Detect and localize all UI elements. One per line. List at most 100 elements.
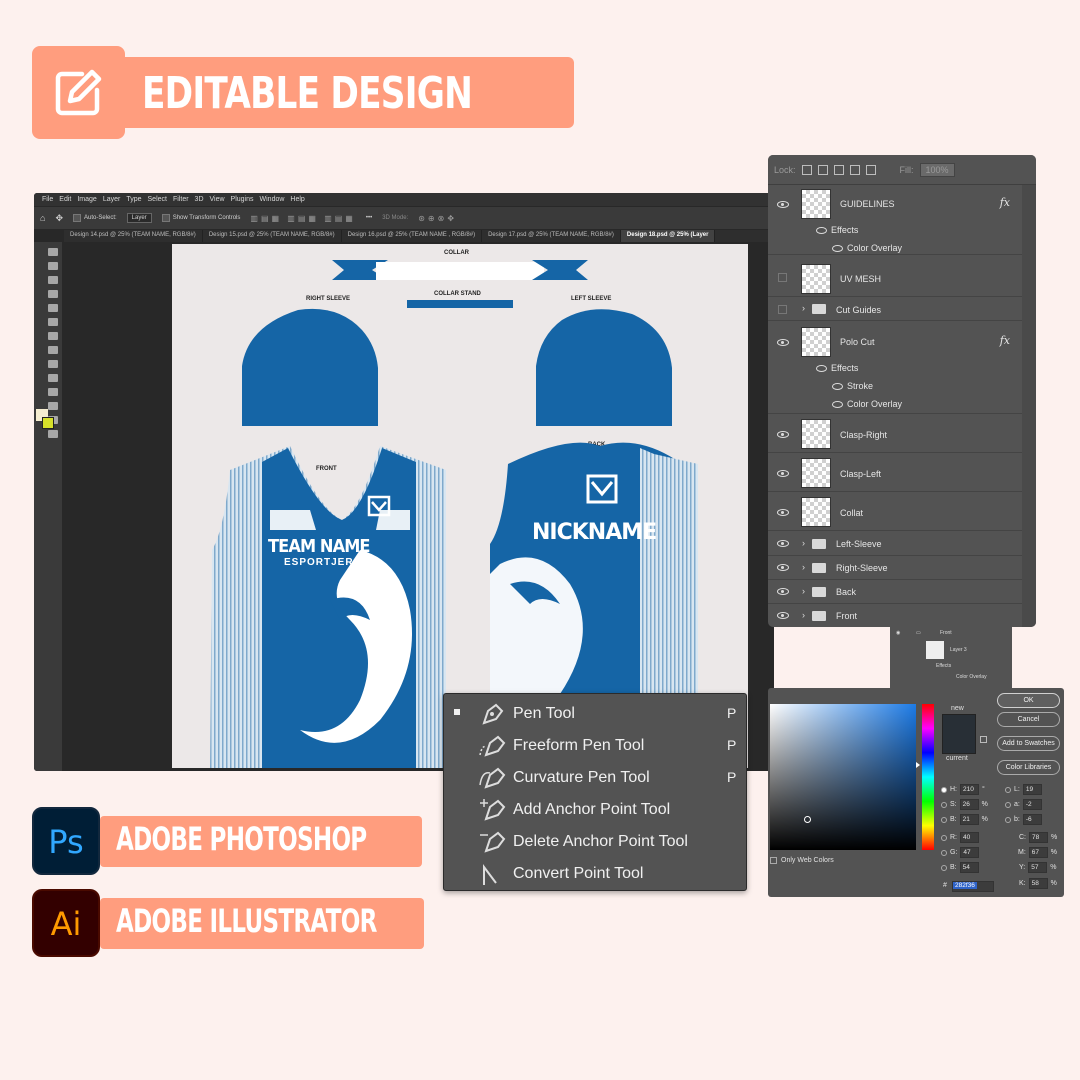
menu-help[interactable]: Help (290, 196, 304, 203)
h-field[interactable]: H: 210 ° (941, 784, 985, 795)
effects-row[interactable]: Effects (816, 225, 858, 235)
cancel-button[interactable]: Cancel (997, 712, 1060, 727)
nickname-text[interactable]: NICKNAME (532, 520, 657, 545)
menu-item-add-anchor-point-tool[interactable]: Add Anchor Point Tool (444, 793, 748, 825)
layer-guidelines[interactable]: GUIDELINES fx Effects Color Overlay (768, 185, 1022, 255)
layer-collat[interactable]: Collat (768, 493, 1022, 531)
document-canvas[interactable]: COLLAR COLLAR STAND RIGHT SLEEVE LEFT SL… (172, 244, 748, 768)
visibility-eye-icon[interactable] (777, 564, 789, 571)
chevron-right-icon[interactable]: › (802, 586, 805, 596)
select-tool-icon[interactable] (48, 402, 58, 410)
menu-view[interactable]: View (210, 196, 225, 203)
menu-filter[interactable]: Filter (173, 196, 189, 203)
eye-icon[interactable] (816, 365, 827, 372)
chevron-right-icon[interactable]: › (802, 562, 805, 572)
menu-item-curvature-pen-tool[interactable]: Curvature Pen Tool P (444, 761, 748, 793)
visibility-eye-icon[interactable] (777, 339, 789, 346)
lab-b-field[interactable]: b: -6 (1005, 814, 1042, 825)
menu-edit[interactable]: Edit (59, 196, 71, 203)
menu-layer[interactable]: Layer (103, 196, 121, 203)
eye-icon[interactable] (816, 227, 827, 234)
only-web-colors-row[interactable]: Only Web Colors (770, 857, 834, 864)
s-field[interactable]: S: 26% (941, 799, 988, 810)
tab-design-14[interactable]: Design 14.psd @ 25% (TEAM NAME, RGB/8#) (64, 230, 203, 242)
eye-icon[interactable] (832, 383, 843, 390)
a-field[interactable]: a: -2 (1005, 799, 1042, 810)
align-icons[interactable]: ▥▤▦ ▥▤▦ ▥▤▦ (250, 214, 355, 223)
color-libraries-button[interactable]: Color Libraries (997, 760, 1060, 775)
visibility-eye-icon[interactable] (777, 612, 789, 619)
hidden-visibility-icon[interactable] (778, 305, 787, 314)
chevron-right-icon[interactable]: › (802, 610, 805, 620)
g-field[interactable]: G: 47 (941, 847, 980, 858)
layer-polo-cut[interactable]: Polo Cut fx Effects Stroke Color Overlay (768, 322, 1022, 414)
chevron-right-icon[interactable]: › (802, 538, 805, 548)
team-name-text[interactable]: TEAM NAME (268, 536, 371, 557)
3d-icons[interactable]: ⊛⊕⊗✥ (418, 214, 457, 223)
b-field[interactable]: B: 21% (941, 814, 988, 825)
marquee-tool-icon[interactable] (48, 248, 58, 256)
visibility-eye-icon[interactable] (777, 540, 789, 547)
menu-file[interactable]: File (42, 196, 53, 203)
visibility-eye-icon[interactable] (777, 431, 789, 438)
color-field[interactable] (770, 704, 916, 850)
menu-3d[interactable]: 3D (195, 196, 204, 203)
gradient-tool-icon[interactable] (48, 360, 58, 368)
show-transform-checkbox[interactable] (161, 214, 170, 222)
menu-plugins[interactable]: Plugins (231, 196, 254, 203)
y-field[interactable]: Y: 57% (1019, 862, 1056, 873)
layers-scrollbar[interactable] (1022, 185, 1036, 627)
tab-design-18[interactable]: Design 18.psd @ 25% (Layer (620, 230, 716, 242)
crop-tool-icon[interactable] (48, 276, 58, 284)
stamp-tool-icon[interactable] (48, 332, 58, 340)
tab-design-17[interactable]: Design 17.psd @ 25% (TEAM NAME, RGB/8#) (482, 230, 621, 242)
lock-image-icon[interactable] (817, 164, 828, 175)
c-field[interactable]: C: 78% (1019, 832, 1057, 843)
add-to-swatches-button[interactable]: Add to Swatches (997, 736, 1060, 751)
healing-tool-icon[interactable] (48, 304, 58, 312)
eraser-tool-icon[interactable] (48, 346, 58, 354)
menu-item-freeform-pen-tool[interactable]: Freeform Pen Tool P (444, 729, 748, 761)
fx-icon[interactable]: fx (1000, 334, 1010, 347)
more-icon[interactable]: ••• (366, 215, 372, 221)
layer-cut-guides[interactable]: › Cut Guides (768, 297, 1022, 321)
esport-subtitle-text[interactable]: ESPORTJERSEY (284, 557, 377, 568)
hue-slider[interactable] (922, 704, 934, 850)
color-field-cursor[interactable] (804, 816, 811, 823)
eye-icon[interactable] (832, 245, 843, 252)
tab-design-15[interactable]: Design 15.psd @ 25% (TEAM NAME, RGB/8#) (203, 230, 342, 242)
hex-input[interactable]: 282f36 (952, 881, 994, 892)
m-field[interactable]: M: 67% (1018, 847, 1057, 858)
layer-front[interactable]: › Front (768, 604, 1022, 627)
visibility-eye-icon[interactable] (777, 201, 789, 208)
layer-clasp-left[interactable]: Clasp-Left (768, 454, 1022, 492)
eye-icon[interactable]: ◉ (896, 630, 900, 636)
layer-back[interactable]: › Back (768, 580, 1022, 604)
k-field[interactable]: K: 58% (1019, 878, 1057, 889)
stroke-row[interactable]: Stroke (832, 381, 873, 391)
type-tool-icon[interactable] (48, 388, 58, 396)
menu-type[interactable]: Type (126, 196, 141, 203)
layer-right-sleeve[interactable]: › Right-Sleeve (768, 556, 1022, 580)
menu-image[interactable]: Image (77, 196, 96, 203)
visibility-eye-icon[interactable] (777, 588, 789, 595)
layer-uv-mesh[interactable]: UV MESH (768, 261, 1022, 297)
web-safe-cube-icon[interactable] (980, 736, 987, 743)
only-web-colors-checkbox[interactable] (770, 857, 777, 864)
eye-icon[interactable] (832, 401, 843, 408)
l-field[interactable]: L: 19 (1005, 784, 1042, 795)
lock-position-icon[interactable] (833, 164, 844, 175)
visibility-eye-icon[interactable] (777, 509, 789, 516)
move-icon[interactable]: ✥ (55, 213, 63, 224)
more-tools-icon[interactable] (48, 430, 58, 438)
menu-window[interactable]: Window (260, 196, 285, 203)
lock-transparent-icon[interactable] (801, 164, 812, 175)
menu-item-pen-tool[interactable]: Pen Tool P (444, 697, 748, 729)
menu-item-convert-point-tool[interactable]: Convert Point Tool (444, 857, 748, 889)
fill-input[interactable]: 100% (919, 162, 955, 177)
hidden-visibility-icon[interactable] (778, 273, 787, 282)
blue-field[interactable]: B: 54 (941, 862, 979, 873)
r-field[interactable]: R: 40 (941, 832, 979, 843)
auto-select-dropdown[interactable]: Layer (126, 213, 152, 223)
layer-clasp-right[interactable]: Clasp-Right (768, 415, 1022, 453)
